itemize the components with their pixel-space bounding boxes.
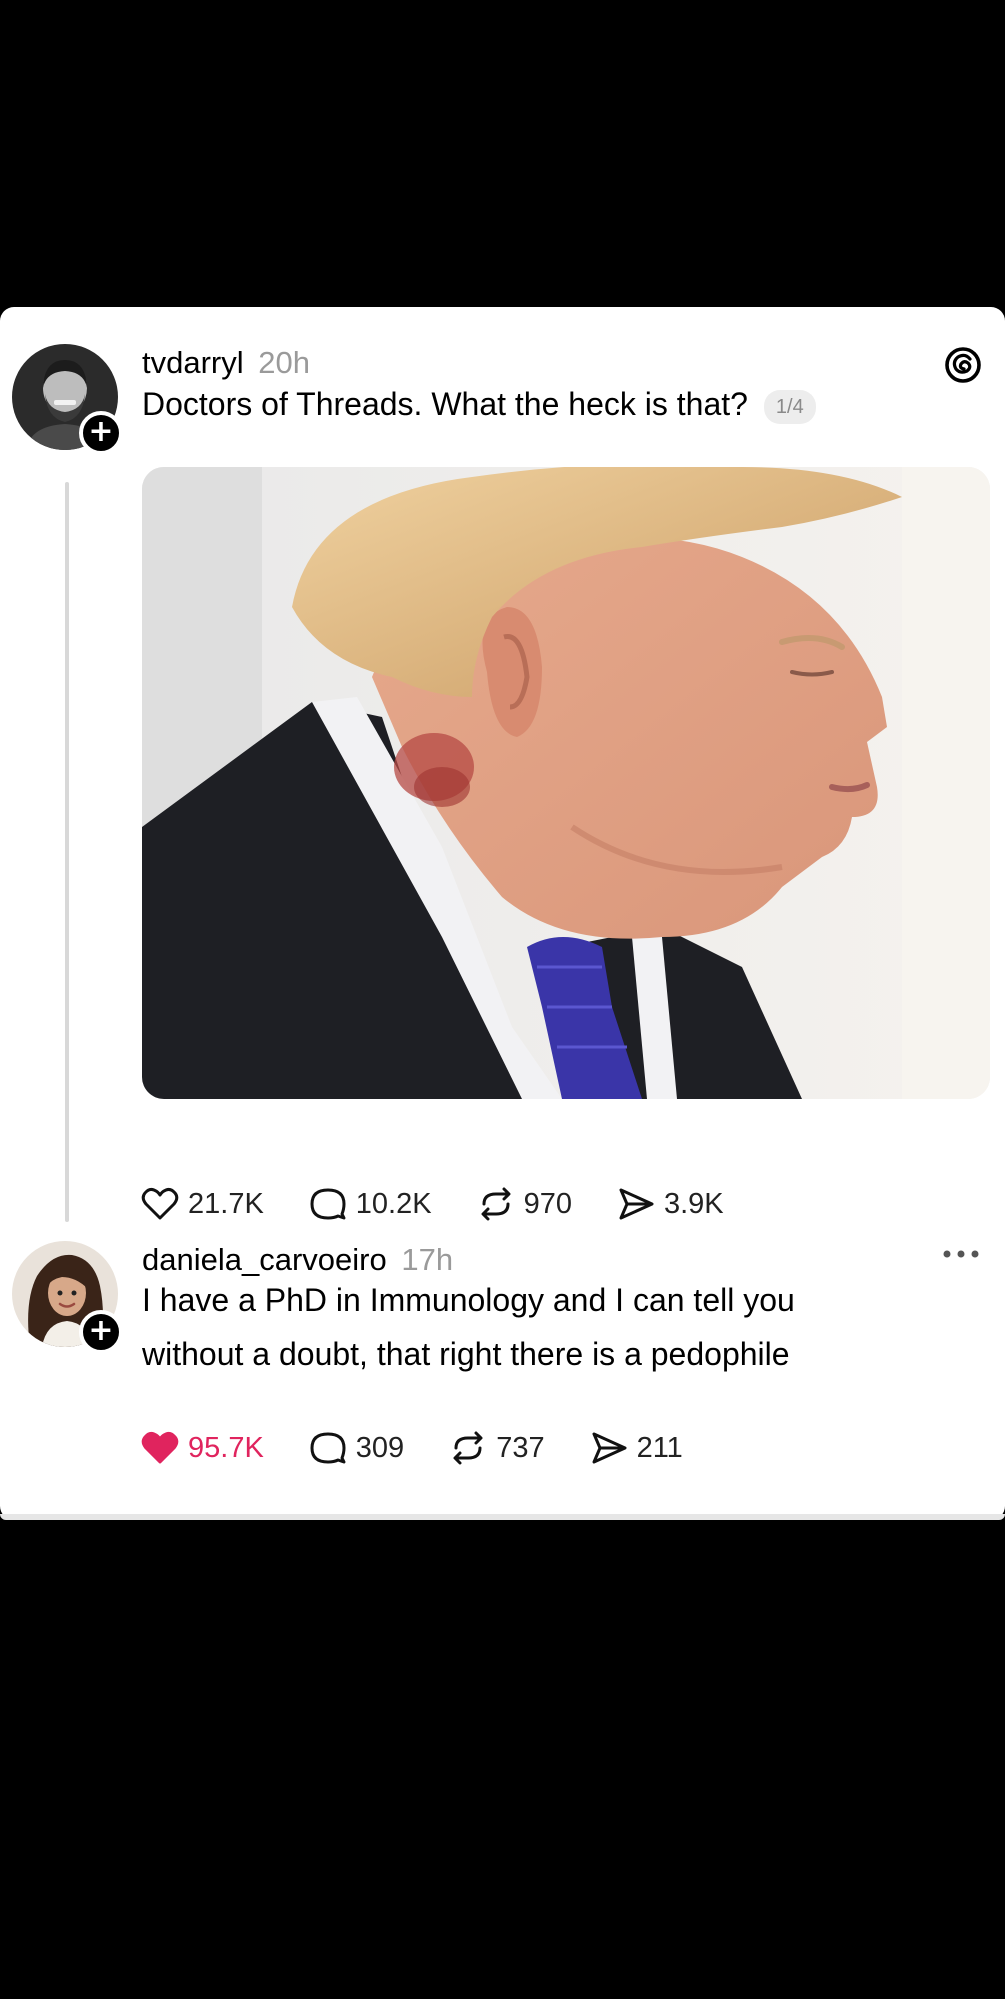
reply-text: I have a PhD in Immunology and I can tel… bbox=[142, 1273, 795, 1381]
threads-logo-icon bbox=[945, 347, 981, 383]
reply-repost-count: 737 bbox=[496, 1431, 545, 1464]
reply-button[interactable]: 10.2K bbox=[308, 1184, 432, 1224]
comment-icon bbox=[310, 1188, 346, 1220]
reply-share-button[interactable]: 211 bbox=[589, 1428, 683, 1468]
card-bottom-divider bbox=[0, 1514, 1005, 1520]
repost-icon bbox=[453, 1431, 483, 1465]
repost-button[interactable]: 970 bbox=[476, 1184, 572, 1224]
follow-plus-icon[interactable]: + bbox=[79, 411, 123, 455]
post-body: Doctors of Threads. What the heck is tha… bbox=[142, 386, 748, 422]
heart-filled-icon bbox=[141, 1431, 179, 1464]
image-page-counter: 1/4 bbox=[763, 389, 816, 424]
reply-count: 10.2K bbox=[355, 1187, 432, 1220]
post-text: Doctors of Threads. What the heck is tha… bbox=[142, 377, 816, 431]
reply-text-line-2: without a doubt, that right there is a p… bbox=[142, 1336, 790, 1372]
reply-reply-button[interactable]: 309 bbox=[308, 1428, 404, 1468]
share-button[interactable]: 3.9K bbox=[616, 1184, 724, 1224]
reply-text-line-1: I have a PhD in Immunology and I can tel… bbox=[142, 1282, 795, 1318]
heart-icon bbox=[141, 1187, 179, 1220]
share-count: 3.9K bbox=[663, 1187, 724, 1220]
post-image[interactable] bbox=[142, 467, 990, 1099]
comment-icon bbox=[310, 1432, 346, 1464]
repost-count: 970 bbox=[523, 1187, 572, 1220]
share-icon bbox=[592, 1432, 627, 1464]
reply-username[interactable]: daniela_carvoeiro bbox=[142, 1242, 387, 1277]
reply-like-button[interactable]: 95.7K bbox=[140, 1428, 264, 1468]
threads-post-card: + tvdarryl 20h Doctors of Threads. What … bbox=[0, 307, 1005, 1520]
like-count: 21.7K bbox=[188, 1187, 264, 1220]
reply-like-count: 95.7K bbox=[188, 1431, 264, 1464]
reply-repost-button[interactable]: 737 bbox=[448, 1428, 545, 1468]
follow-plus-icon[interactable]: + bbox=[79, 1310, 123, 1354]
reply-share-count: 211 bbox=[636, 1431, 683, 1464]
post-username[interactable]: tvdarryl bbox=[142, 345, 244, 380]
post-actions: 21.7K 10.2K 970 3.9K bbox=[140, 1179, 768, 1229]
reply-actions: 95.7K 309 737 211 bbox=[140, 1423, 727, 1473]
reply-time: 17h bbox=[401, 1242, 454, 1277]
post-header: tvdarryl 20h bbox=[142, 345, 310, 381]
reply-reply-count: 309 bbox=[355, 1431, 405, 1464]
more-options-icon[interactable] bbox=[937, 1242, 985, 1266]
share-icon bbox=[619, 1188, 654, 1220]
post-time: 20h bbox=[258, 345, 310, 380]
thread-connector-line bbox=[65, 482, 69, 1222]
repost-icon bbox=[481, 1187, 511, 1221]
like-button[interactable]: 21.7K bbox=[140, 1184, 264, 1224]
